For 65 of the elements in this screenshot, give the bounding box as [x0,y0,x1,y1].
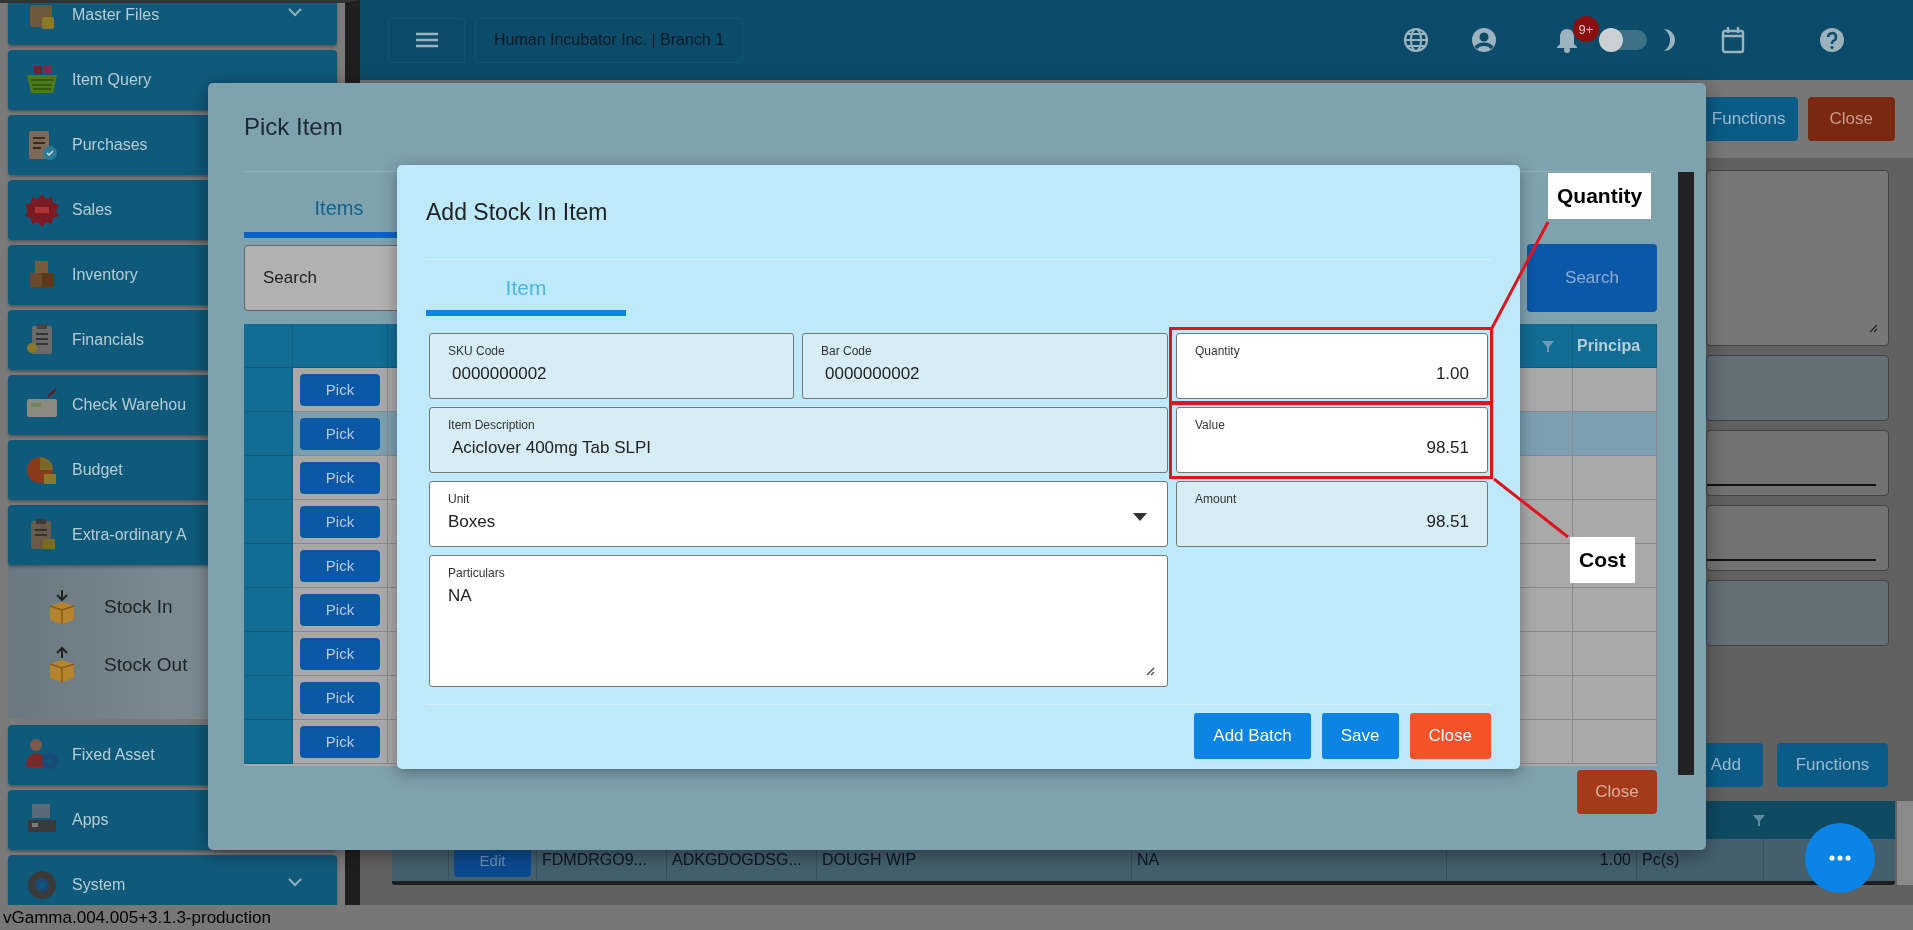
chevron-down-icon [287,877,303,887]
text-field[interactable]: Item Description Aciclover 400mg Tab SLPI [429,407,1168,473]
submenu-item[interactable]: Stock Out [8,636,188,694]
row-header-cell [244,412,293,456]
close-button[interactable]: Close [1577,770,1657,814]
number-field[interactable]: Value 98.51 [1176,407,1488,473]
menu-button[interactable] [388,17,465,63]
pick-button[interactable]: Pick [300,373,380,406]
pick-button[interactable]: Pick [300,681,380,714]
text-field[interactable]: Bar Code 0000000002 [802,333,1168,399]
row-header-cell [244,676,293,720]
scrollbar[interactable] [1678,172,1694,775]
pick-button[interactable]: Pick [300,461,380,494]
text-area[interactable] [1706,170,1889,346]
row-header-cell [244,720,293,764]
version-label: vGamma.004.005+3.1.3-production [3,907,271,928]
row-header-cell [244,456,293,500]
search-button[interactable]: Search [1527,244,1657,312]
dialog-title: Add Stock In Item [426,165,1491,260]
row-header-cell [244,632,293,676]
menu-icon [415,32,438,48]
sale-badge-icon [24,192,60,228]
globe-icon[interactable] [1403,27,1429,53]
input-field[interactable] [1706,580,1889,646]
pick-button[interactable]: Pick [300,417,380,450]
pick-button[interactable]: Pick [300,549,380,582]
callout-label: Cost [1570,537,1635,583]
notification-badge: 9+ [1573,16,1599,42]
caret-down-icon [1133,513,1147,521]
dropdown[interactable]: Unit Boxes [429,481,1168,547]
scrollbar[interactable] [1897,801,1913,885]
theme-toggle[interactable] [1601,30,1647,50]
user-icon[interactable] [1471,27,1497,53]
pick-button[interactable]: Pick [300,505,380,538]
row-header-cell [244,588,293,632]
column-header: Principa [1573,324,1657,368]
resize-handle-icon [1145,666,1155,676]
submenu-item[interactable]: Stock In [8,578,173,636]
bell-icon[interactable] [1555,27,1579,53]
calendar-icon[interactable] [1721,26,1745,54]
chevron-down-icon [287,7,303,17]
input-field[interactable] [1706,430,1889,496]
text-area[interactable]: Particulars NA [429,555,1168,687]
dialog-button[interactable]: Close [1409,713,1491,759]
filter-icon [1753,814,1765,826]
help-icon[interactable] [1819,27,1845,53]
text-field[interactable]: SKU Code 0000000002 [429,333,794,399]
more-icon [1829,855,1851,861]
sidebar-item[interactable]: System [8,855,337,905]
input-field[interactable] [1706,505,1889,571]
row-header-cell [244,544,293,588]
dialog-button[interactable]: Save [1321,713,1399,759]
pick-button[interactable]: Pick [300,725,380,758]
input-field[interactable] [1706,355,1889,421]
row-header-cell [244,500,293,544]
number-field[interactable]: Amount 98.51 [1176,481,1488,547]
resize-handle-icon [1868,323,1878,333]
toolbar-button[interactable]: Close [1807,97,1895,141]
callout-label: Quantity [1548,173,1652,219]
number-field[interactable]: Quantity 1.00 [1176,333,1488,399]
pick-button[interactable]: Pick [300,637,380,670]
pick-button[interactable]: Pick [300,593,380,626]
sidebar-item[interactable]: Master Files [8,3,337,45]
dialog-button[interactable]: Add Batch [1194,713,1311,759]
action-button[interactable]: Functions [1777,743,1888,787]
